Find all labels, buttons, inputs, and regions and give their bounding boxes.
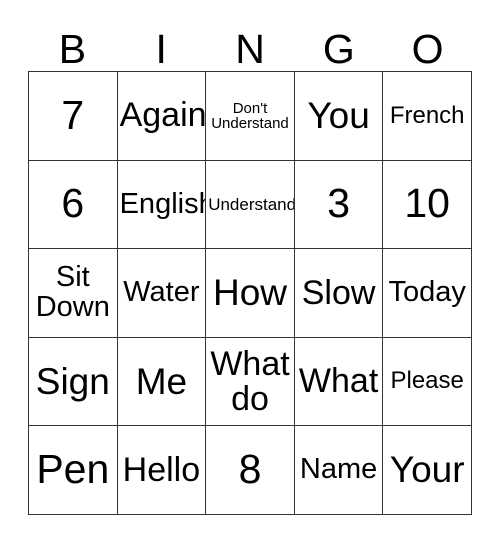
header-letter-g: G bbox=[322, 26, 355, 72]
bingo-cell[interactable]: What do bbox=[206, 337, 295, 427]
bingo-cell[interactable]: Me bbox=[117, 337, 207, 427]
bingo-cell-label: 8 bbox=[238, 446, 262, 493]
bingo-cell[interactable]: Don't Understand bbox=[206, 72, 295, 161]
bingo-header-row: B I N G O bbox=[28, 14, 472, 71]
bingo-cell-label: Me bbox=[135, 360, 188, 402]
bingo-cell[interactable]: 8 bbox=[206, 426, 295, 515]
bingo-cell[interactable]: Again bbox=[117, 72, 207, 161]
bingo-cell-label: Don't Understand bbox=[211, 99, 289, 132]
bingo-cell[interactable]: Name bbox=[294, 426, 384, 515]
bingo-cell[interactable]: Pen bbox=[29, 426, 118, 515]
bingo-cell[interactable]: Today bbox=[383, 249, 472, 338]
bingo-cell[interactable]: English bbox=[117, 160, 207, 250]
header-letter-n: N bbox=[235, 26, 265, 72]
bingo-cell[interactable]: How bbox=[206, 249, 295, 338]
bingo-cell-label: 6 bbox=[61, 180, 85, 227]
bingo-cell-label: Pen bbox=[36, 446, 110, 493]
bingo-cell-label: What bbox=[298, 362, 379, 401]
bingo-cell-label: Today bbox=[388, 276, 466, 309]
bingo-cell[interactable]: 6 bbox=[29, 160, 118, 250]
bingo-card: B I N G O 7 Again Don't Understand You F… bbox=[0, 0, 500, 544]
bingo-cell[interactable]: Slow bbox=[294, 249, 384, 338]
bingo-cell-label: Please bbox=[390, 367, 464, 395]
bingo-cell-label: Sit Down bbox=[35, 261, 110, 323]
bingo-cell[interactable]: 3 bbox=[294, 160, 384, 250]
bingo-cell[interactable]: Please bbox=[383, 337, 472, 427]
bingo-cell-label: 3 bbox=[327, 180, 350, 227]
header-letter-b: B bbox=[58, 26, 87, 72]
bingo-cell[interactable]: French bbox=[383, 72, 472, 161]
bingo-cell-label: 7 bbox=[61, 91, 85, 138]
bingo-cell-label: Sign bbox=[35, 360, 110, 402]
header-letter-i: I bbox=[155, 26, 167, 72]
bingo-cell-label: French bbox=[389, 101, 465, 129]
bingo-cell-label: How bbox=[212, 272, 287, 314]
bingo-cell-label: Name bbox=[299, 453, 378, 486]
bingo-cell-label: English bbox=[119, 187, 207, 220]
bingo-cell-label: 10 bbox=[404, 180, 450, 227]
bingo-cell[interactable]: Your bbox=[383, 426, 472, 515]
bingo-cell[interactable]: 10 bbox=[383, 160, 472, 250]
header-letter-o: O bbox=[411, 26, 444, 72]
bingo-cell-label: Your bbox=[389, 449, 465, 491]
bingo-cell[interactable]: Sign bbox=[29, 337, 118, 427]
bingo-grid: 7 Again Don't Understand You French 6 En… bbox=[28, 71, 472, 515]
bingo-cell[interactable]: Understand bbox=[206, 160, 295, 250]
bingo-cell-label: Slow bbox=[301, 273, 376, 312]
bingo-cell-label: You bbox=[307, 94, 370, 136]
bingo-cell-label: Water bbox=[123, 276, 200, 309]
bingo-cell[interactable]: Water bbox=[117, 249, 207, 338]
bingo-cell-label: Again bbox=[119, 96, 207, 135]
bingo-cell[interactable]: 7 bbox=[29, 72, 118, 161]
bingo-cell-label: Understand bbox=[208, 194, 295, 214]
bingo-cell[interactable]: What bbox=[294, 337, 384, 427]
bingo-cell[interactable]: You bbox=[294, 72, 384, 161]
bingo-cell[interactable]: Sit Down bbox=[29, 249, 118, 338]
bingo-cell[interactable]: Hello bbox=[117, 426, 207, 515]
bingo-cell-label: What do bbox=[210, 344, 290, 418]
bingo-cell-label: Hello bbox=[122, 450, 201, 489]
